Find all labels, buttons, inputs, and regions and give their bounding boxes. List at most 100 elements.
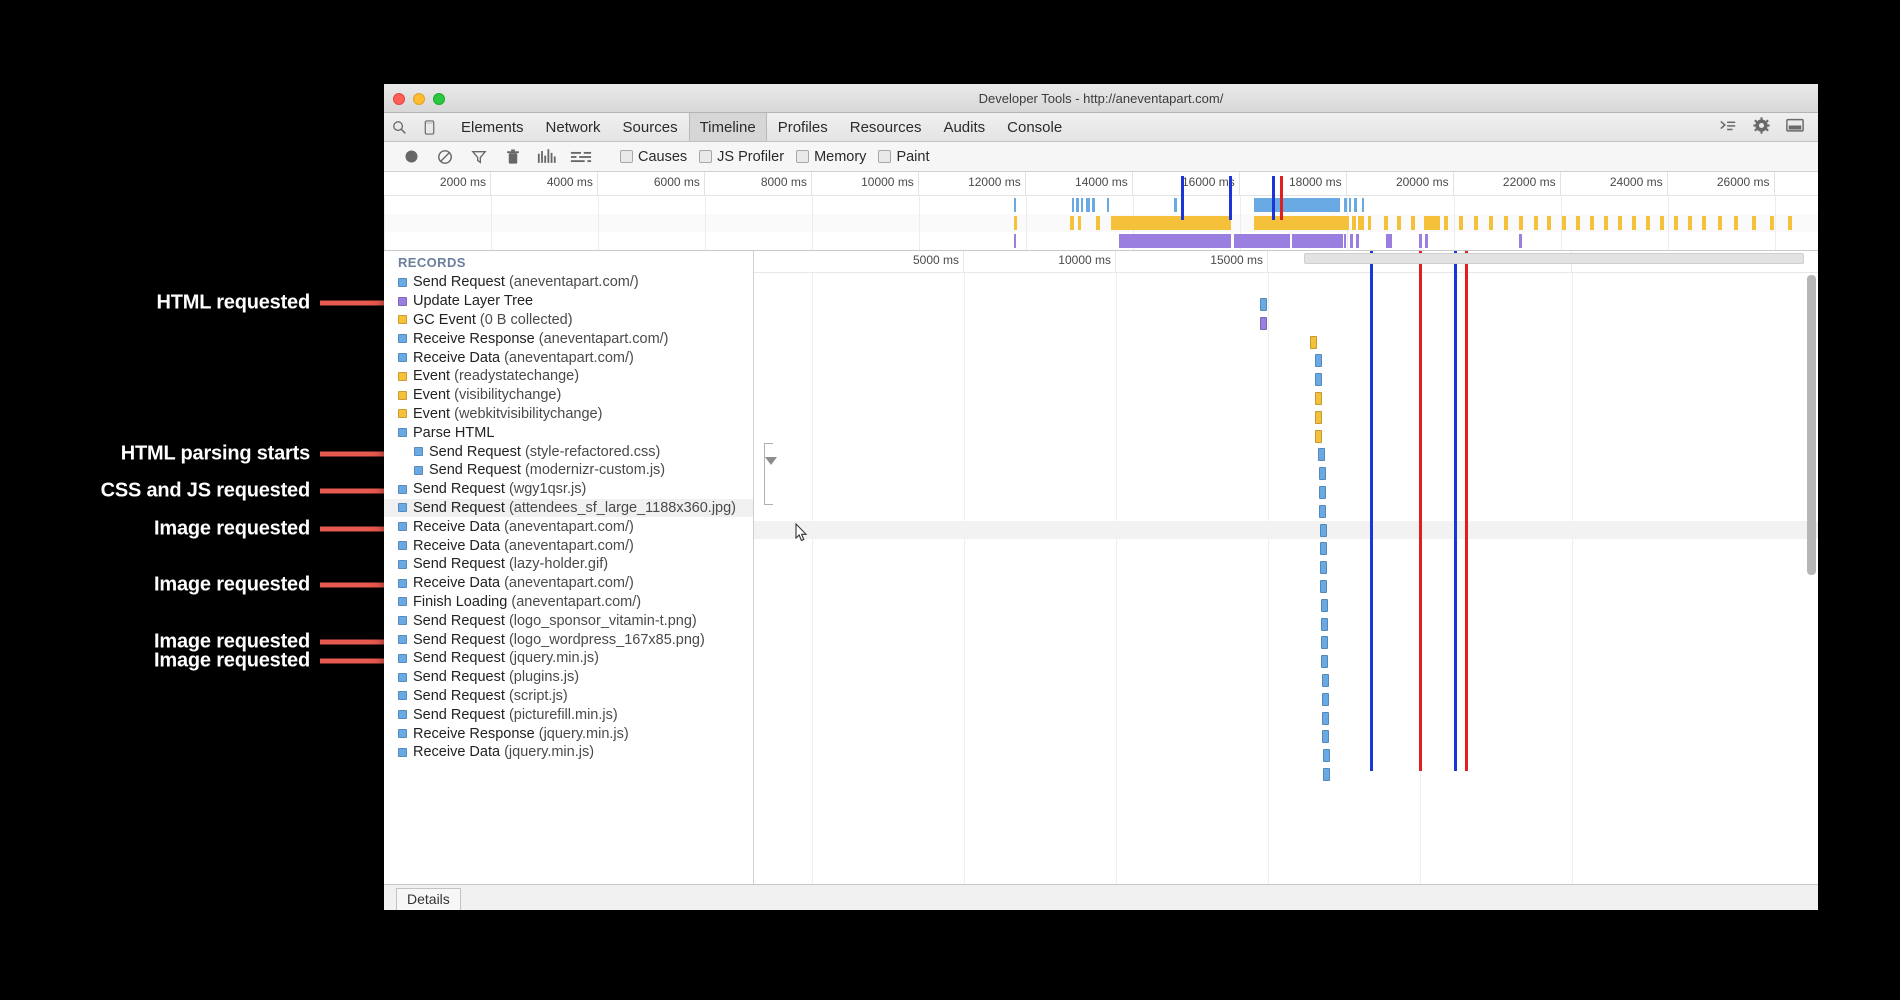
tab-timeline[interactable]: Timeline — [689, 113, 767, 141]
trash-icon[interactable] — [496, 142, 530, 172]
close-button[interactable] — [393, 93, 405, 105]
clear-icon[interactable] — [428, 142, 462, 172]
checkbox-box[interactable] — [620, 150, 633, 163]
record-row[interactable]: Receive Data (aneventapart.com/) — [384, 348, 753, 367]
tab-console[interactable]: Console — [996, 113, 1073, 141]
waterfall-range-selector[interactable] — [1304, 253, 1804, 264]
tab-profiles[interactable]: Profiles — [767, 113, 839, 141]
gear-icon[interactable] — [1753, 117, 1770, 138]
console-drawer-icon[interactable] — [1719, 118, 1737, 136]
tab-audits[interactable]: Audits — [932, 113, 996, 141]
waterfall-bar[interactable] — [1321, 599, 1328, 612]
record-row[interactable]: Send Request (jquery.min.js) — [384, 649, 753, 668]
timeline-waterfall[interactable]: 5000 ms10000 ms15000 ms20000 ms25000 ms — [754, 251, 1818, 884]
overview-activity-bar — [1349, 198, 1351, 212]
tab-elements[interactable]: Elements — [450, 113, 535, 141]
checkbox-box[interactable] — [878, 150, 891, 163]
waterfall-bar[interactable] — [1315, 373, 1322, 386]
waterfall-bar[interactable] — [1260, 298, 1267, 311]
record-row[interactable]: Receive Data (aneventapart.com/) — [384, 517, 753, 536]
waterfall-bar[interactable] — [1319, 467, 1326, 480]
waterfall-bar[interactable] — [1315, 411, 1322, 424]
timeline-body: RECORDS Send Request (aneventapart.com/)… — [384, 251, 1818, 884]
waterfall-bar[interactable] — [1319, 505, 1326, 518]
checkbox-memory[interactable]: Memory — [796, 149, 866, 165]
record-row[interactable]: Update Layer Tree — [384, 292, 753, 311]
waterfall-bar[interactable] — [1260, 317, 1267, 330]
waterfall-bar[interactable] — [1320, 561, 1327, 574]
waterfall-bar[interactable] — [1310, 336, 1317, 349]
records-list[interactable]: Send Request (aneventapart.com/)Update L… — [384, 273, 753, 762]
record-row[interactable]: Event (visibilitychange) — [384, 386, 753, 405]
filter-icon[interactable] — [462, 142, 496, 172]
record-row[interactable]: Send Request (wgy1qsr.js) — [384, 480, 753, 499]
record-row[interactable]: Receive Data (aneventapart.com/) — [384, 536, 753, 555]
record-label: Event — [413, 406, 450, 422]
checkbox-box[interactable] — [796, 150, 809, 163]
record-row[interactable]: Send Request (plugins.js) — [384, 668, 753, 687]
details-tab[interactable]: Details — [396, 888, 461, 910]
record-row[interactable]: Send Request (logo_sponsor_vitamin-t.png… — [384, 611, 753, 630]
record-row[interactable]: Receive Data (jquery.min.js) — [384, 743, 753, 762]
waterfall-bar[interactable] — [1320, 524, 1327, 537]
flame-chart-view-icon[interactable] — [564, 142, 598, 172]
record-row[interactable]: GC Event (0 B collected) — [384, 311, 753, 330]
record-icon[interactable] — [394, 142, 428, 172]
minimize-button[interactable] — [413, 93, 425, 105]
checkbox-box[interactable] — [699, 150, 712, 163]
waterfall-bar[interactable] — [1319, 486, 1326, 499]
overview-activity-bar — [1350, 234, 1353, 248]
record-row[interactable]: Finish Loading (aneventapart.com/) — [384, 593, 753, 612]
waterfall-bar[interactable] — [1320, 580, 1327, 593]
waterfall-bar[interactable] — [1320, 542, 1327, 555]
waterfall-bar[interactable] — [1321, 655, 1328, 668]
record-row[interactable]: Send Request (modernizr-custom.js) — [384, 461, 753, 480]
overview-activity-bar — [1397, 216, 1401, 230]
waterfall-bar[interactable] — [1315, 430, 1322, 443]
waterfall-bar[interactable] — [1322, 674, 1329, 687]
record-row[interactable]: Event (webkitvisibilitychange) — [384, 405, 753, 424]
waterfall-bar[interactable] — [1315, 354, 1322, 367]
bar-chart-view-icon[interactable] — [530, 142, 564, 172]
device-toggle-icon[interactable] — [414, 113, 444, 141]
timeline-overview[interactable]: 2000 ms4000 ms6000 ms8000 ms10000 ms1200… — [384, 172, 1818, 251]
tab-network[interactable]: Network — [535, 113, 612, 141]
record-row[interactable]: Send Request (script.js) — [384, 687, 753, 706]
tab-sources[interactable]: Sources — [612, 113, 689, 141]
waterfall-bar[interactable] — [1323, 768, 1330, 781]
waterfall-bar[interactable] — [1322, 693, 1329, 706]
panel-tabs[interactable]: ElementsNetworkSourcesTimelineProfilesRe… — [450, 113, 1073, 141]
record-row[interactable]: Receive Data (aneventapart.com/) — [384, 574, 753, 593]
tab-resources[interactable]: Resources — [839, 113, 933, 141]
waterfall-bar[interactable] — [1323, 749, 1330, 762]
window-controls[interactable] — [393, 93, 445, 105]
record-row[interactable]: Send Request (attendees_sf_large_1188x36… — [384, 499, 753, 518]
checkbox-paint[interactable]: Paint — [878, 149, 929, 165]
waterfall-bar[interactable] — [1318, 448, 1325, 461]
zoom-button[interactable] — [433, 93, 445, 105]
record-label: Parse HTML — [413, 425, 494, 441]
waterfall-bar[interactable] — [1321, 636, 1328, 649]
vertical-scrollbar-thumb[interactable] — [1807, 275, 1816, 575]
record-row[interactable]: Send Request (aneventapart.com/) — [384, 273, 753, 292]
waterfall-bar[interactable] — [1322, 712, 1329, 725]
search-icon[interactable] — [384, 113, 414, 141]
record-row[interactable]: Send Request (logo_wordpress_167x85.png) — [384, 630, 753, 649]
waterfall-bar[interactable] — [1322, 730, 1329, 743]
waterfall-bar[interactable] — [1321, 618, 1328, 631]
dock-side-icon[interactable] — [1786, 118, 1804, 137]
waterfall-bar[interactable] — [1315, 392, 1322, 405]
record-color-swatch — [398, 428, 407, 437]
record-row[interactable]: Receive Response (jquery.min.js) — [384, 724, 753, 743]
record-row[interactable]: Receive Response (aneventapart.com/) — [384, 329, 753, 348]
record-row[interactable]: Event (readystatechange) — [384, 367, 753, 386]
checkbox-causes[interactable]: Causes — [620, 149, 687, 165]
checkbox-js-profiler[interactable]: JS Profiler — [699, 149, 784, 165]
overview-activity-bar — [1646, 216, 1650, 230]
gridline — [1454, 232, 1455, 250]
record-row[interactable]: Send Request (picturefill.min.js) — [384, 705, 753, 724]
record-row[interactable]: Parse HTML — [384, 423, 753, 442]
record-row[interactable]: Send Request (lazy-holder.gif) — [384, 555, 753, 574]
record-row[interactable]: Send Request (style-refactored.css) — [384, 442, 753, 461]
parse-html-expander-triangle[interactable] — [765, 457, 777, 465]
